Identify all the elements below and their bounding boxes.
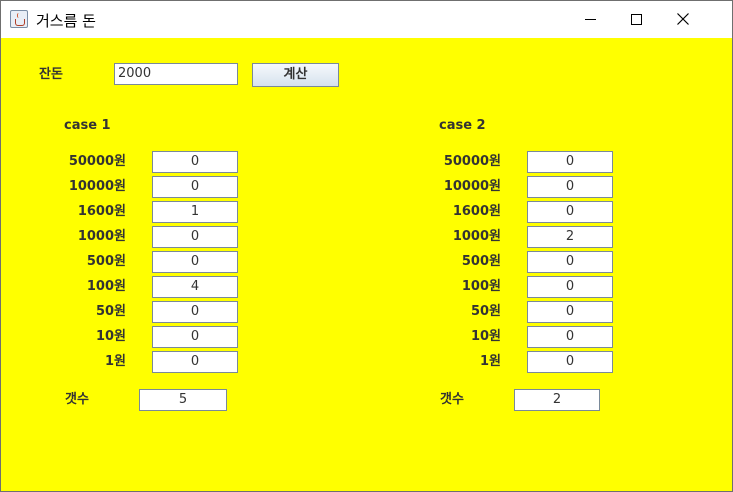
case1-count-field[interactable]: 0 (152, 176, 238, 198)
case2-count-field[interactable]: 0 (527, 201, 613, 223)
minimize-button[interactable] (568, 1, 614, 38)
case2-denom-label: 1000원 (452, 229, 501, 244)
app-window: 거스름 돈 잔돈 2000 계산 case 1 50000원 0 10000원 … (0, 0, 733, 492)
case2-denom-label: 10000원 (443, 179, 501, 194)
case1-denom-label: 1000원 (77, 229, 126, 244)
balance-input[interactable]: 2000 (114, 63, 238, 85)
case1-count-field[interactable]: 0 (152, 251, 238, 273)
minimize-icon (585, 19, 596, 20)
case1-denom-label: 100원 (86, 279, 126, 294)
case2-count-field[interactable]: 0 (527, 351, 613, 373)
java-icon (10, 10, 28, 28)
case1-denom-label: 500원 (86, 254, 126, 269)
case1-count-field[interactable]: 1 (152, 201, 238, 223)
case1-count-field[interactable]: 0 (152, 151, 238, 173)
close-button[interactable] (660, 1, 706, 38)
case2-denom-label: 50원 (470, 304, 501, 319)
case1-denom-label: 10원 (95, 329, 126, 344)
case1-total-label: 갯수 (65, 392, 89, 407)
calculate-button[interactable]: 계산 (252, 63, 339, 87)
case2-denom-label: 10원 (470, 329, 501, 344)
balance-label: 잔돈 (39, 67, 63, 82)
case1-denom-label: 1원 (104, 354, 126, 369)
case1-denom-label: 50원 (95, 304, 126, 319)
case2-count-field[interactable]: 2 (527, 226, 613, 248)
case1-total-field[interactable]: 5 (139, 389, 227, 411)
title-bar: 거스름 돈 (1, 1, 732, 38)
case2-title: case 2 (439, 118, 486, 133)
case1-title: case 1 (64, 118, 111, 133)
case2-denom-label: 50000원 (443, 154, 501, 169)
case2-count-field[interactable]: 0 (527, 151, 613, 173)
case2-total-label: 갯수 (440, 392, 464, 407)
case2-count-field[interactable]: 0 (527, 251, 613, 273)
case2-count-field[interactable]: 0 (527, 276, 613, 298)
case1-denom-label: 50000원 (68, 154, 126, 169)
case2-count-field[interactable]: 0 (527, 301, 613, 323)
case2-denom-label: 1원 (479, 354, 501, 369)
case2-denom-label: 500원 (461, 254, 501, 269)
case1-count-field[interactable]: 0 (152, 226, 238, 248)
close-icon (677, 13, 689, 25)
main-panel: 잔돈 2000 계산 case 1 50000원 0 10000원 0 1600… (1, 38, 732, 491)
case1-count-field[interactable]: 4 (152, 276, 238, 298)
maximize-icon (631, 14, 642, 25)
case1-count-field[interactable]: 0 (152, 326, 238, 348)
window-title: 거스름 돈 (36, 12, 96, 30)
case2-denom-label: 1600원 (452, 204, 501, 219)
case1-denom-label: 10000원 (68, 179, 126, 194)
case1-count-field[interactable]: 0 (152, 301, 238, 323)
case1-denom-label: 1600원 (77, 204, 126, 219)
case1-count-field[interactable]: 0 (152, 351, 238, 373)
case2-count-field[interactable]: 0 (527, 326, 613, 348)
case2-denom-label: 100원 (461, 279, 501, 294)
case2-count-field[interactable]: 0 (527, 176, 613, 198)
maximize-button[interactable] (614, 1, 660, 38)
case2-total-field[interactable]: 2 (514, 389, 600, 411)
